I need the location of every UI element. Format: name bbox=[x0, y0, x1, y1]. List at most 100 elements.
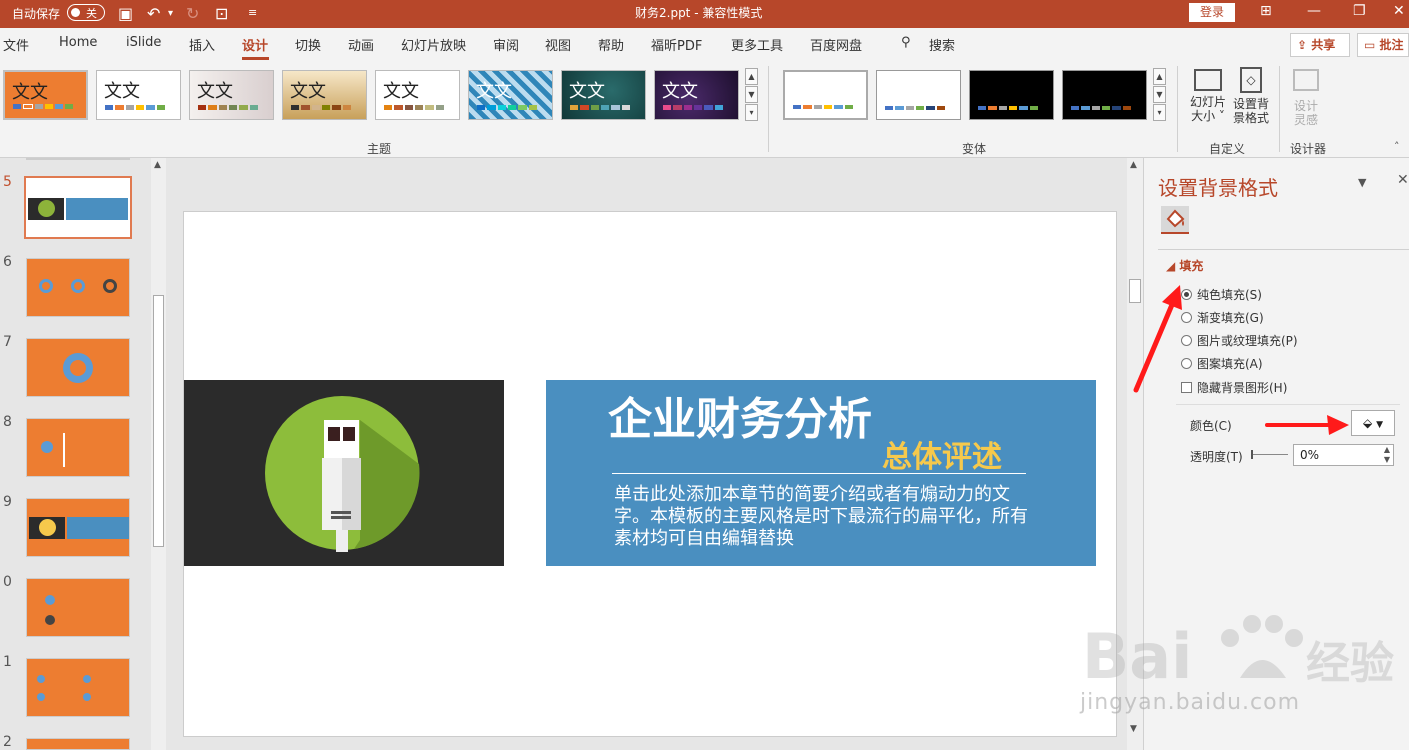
slide-thumbnail-11[interactable] bbox=[26, 658, 130, 717]
pane-options-icon[interactable]: ▼ bbox=[1358, 176, 1366, 189]
tab-more-tools[interactable]: 更多工具 bbox=[731, 35, 783, 54]
theme-office[interactable]: 文文 bbox=[3, 70, 88, 120]
pattern-fill-option[interactable]: 图案填充(A) bbox=[1181, 355, 1263, 372]
slide-thumbnail-10[interactable] bbox=[26, 578, 130, 637]
slide-thumbnail-5[interactable] bbox=[24, 176, 132, 239]
search-label[interactable]: 搜索 bbox=[929, 35, 955, 54]
tab-insert[interactable]: 插入 bbox=[189, 35, 215, 54]
fill-section-header[interactable]: ◢ 填充 bbox=[1166, 257, 1203, 274]
variants-scroll-down[interactable]: ▼ bbox=[1153, 86, 1166, 103]
collapse-ribbon-icon[interactable]: ˄ bbox=[1394, 140, 1400, 153]
slide-subtitle[interactable]: 总体评述 bbox=[882, 432, 1002, 476]
slide-thumbnail-12[interactable] bbox=[26, 738, 130, 750]
minimize-icon[interactable]: — bbox=[1307, 3, 1321, 19]
tab-help[interactable]: 帮助 bbox=[598, 35, 624, 54]
usb-illustration[interactable] bbox=[184, 380, 504, 566]
slide-number: 5 bbox=[3, 174, 12, 190]
comments-button[interactable]: ▭ 批注 bbox=[1357, 33, 1409, 57]
slide-body-text[interactable]: 单击此处添加本章节的简要介绍或者有煽动力的文字。本模板的主要风格是时下最流行的扁… bbox=[614, 484, 1044, 550]
tab-view[interactable]: 视图 bbox=[545, 35, 571, 54]
tab-review[interactable]: 审阅 bbox=[493, 35, 519, 54]
format-background-button[interactable]: ◇ 设置背 景格式 bbox=[1230, 66, 1272, 125]
theme-7[interactable]: 文文 bbox=[561, 70, 646, 120]
slide-number: 2 bbox=[3, 734, 12, 750]
themes-group-label: 主题 bbox=[367, 142, 392, 156]
slide-number: 8 bbox=[3, 414, 12, 430]
slide-size-button[interactable]: 幻灯片 大小 ˅ bbox=[1186, 66, 1230, 123]
themes-scroll-up[interactable]: ▲ bbox=[745, 68, 758, 85]
variants-more[interactable]: ▾ bbox=[1153, 104, 1166, 121]
gradient-fill-option[interactable]: 渐变填充(G) bbox=[1181, 309, 1264, 326]
scroll-down-icon[interactable]: ▼ bbox=[1130, 724, 1137, 734]
pane-close-icon[interactable]: ✕ bbox=[1397, 172, 1409, 188]
solid-fill-label: 纯色填充(S) bbox=[1197, 288, 1262, 302]
tab-file[interactable]: 文件 bbox=[3, 35, 29, 54]
thumbnails-scrollbar[interactable]: ▲ bbox=[151, 158, 166, 750]
login-button[interactable]: 登录 bbox=[1189, 3, 1235, 22]
transparency-slider[interactable] bbox=[1251, 450, 1288, 459]
hide-background-graphics-option[interactable]: 隐藏背景图形(H) bbox=[1181, 379, 1287, 396]
format-background-label: 景格式 bbox=[1232, 111, 1269, 125]
search-icon[interactable]: ⚲ bbox=[901, 35, 911, 50]
color-picker-button[interactable]: ⬙ ▼ bbox=[1351, 410, 1395, 436]
customize-qat-icon[interactable]: ≡ bbox=[248, 6, 257, 19]
variants-scroll-up[interactable]: ▲ bbox=[1153, 68, 1166, 85]
variant-1[interactable] bbox=[783, 70, 868, 120]
chevron-down-icon: ▼ bbox=[1376, 420, 1383, 430]
tab-home[interactable]: Home bbox=[59, 35, 97, 50]
collapse-triangle-icon: ◢ bbox=[1166, 259, 1180, 273]
pattern-fill-label: 图案填充(A) bbox=[1197, 357, 1263, 371]
theme-2[interactable]: 文文 bbox=[96, 70, 181, 120]
tab-islide[interactable]: iSlide bbox=[126, 35, 161, 50]
tab-design[interactable]: 设计 bbox=[242, 35, 268, 54]
slide-number: 7 bbox=[3, 334, 12, 350]
thumbnail-partial bbox=[26, 158, 130, 160]
theme-5[interactable]: 文文 bbox=[375, 70, 460, 120]
tab-baidu-netdisk[interactable]: 百度网盘 bbox=[810, 35, 862, 54]
red-arrow-annotation bbox=[1133, 285, 1182, 393]
slide-thumbnail-6[interactable] bbox=[26, 258, 130, 317]
theme-8[interactable]: 文文 bbox=[654, 70, 739, 120]
picture-fill-option[interactable]: 图片或纹理填充(P) bbox=[1181, 332, 1298, 349]
undo-dropdown-icon[interactable]: ▾ bbox=[168, 8, 173, 19]
pane-separator bbox=[1176, 404, 1400, 405]
solid-fill-option[interactable]: 纯色填充(S) bbox=[1181, 286, 1262, 303]
close-icon[interactable]: ✕ bbox=[1393, 3, 1405, 19]
scrollbar-thumb[interactable] bbox=[153, 295, 164, 547]
transparency-input[interactable]: 0% ▲ ▼ bbox=[1293, 444, 1394, 466]
autosave-toggle[interactable]: 关 bbox=[67, 4, 105, 21]
theme-4[interactable]: 文文 bbox=[282, 70, 367, 120]
tab-slideshow[interactable]: 幻灯片放映 bbox=[401, 35, 466, 54]
design-ideas-icon bbox=[1293, 69, 1319, 91]
undo-icon[interactable]: ↶ bbox=[147, 4, 160, 23]
share-icon: ⇪ bbox=[1297, 38, 1312, 52]
variant-4[interactable] bbox=[1062, 70, 1147, 120]
slide-thumbnail-7[interactable] bbox=[26, 338, 130, 397]
maximize-icon[interactable]: ❐ bbox=[1353, 3, 1366, 19]
save-icon[interactable]: ▣ bbox=[118, 4, 133, 23]
redo-icon[interactable]: ↻ bbox=[186, 4, 199, 23]
slide-title[interactable]: 企业财务分析 bbox=[608, 383, 872, 447]
tab-foxit-pdf[interactable]: 福昕PDF bbox=[651, 35, 702, 54]
slide-thumbnail-8[interactable] bbox=[26, 418, 130, 477]
tab-animations[interactable]: 动画 bbox=[348, 35, 374, 54]
theme-3[interactable]: 文文 bbox=[189, 70, 274, 120]
canvas-scrollbar[interactable]: ▲ ▼ bbox=[1127, 158, 1143, 750]
format-background-icon: ◇ bbox=[1240, 67, 1262, 93]
spin-buttons[interactable]: ▲ ▼ bbox=[1384, 445, 1390, 465]
transparency-value: 0% bbox=[1300, 448, 1320, 462]
themes-more[interactable]: ▾ bbox=[745, 104, 758, 121]
variant-3[interactable] bbox=[969, 70, 1054, 120]
scroll-up-icon[interactable]: ▲ bbox=[1130, 160, 1137, 170]
themes-scroll-down[interactable]: ▼ bbox=[745, 86, 758, 103]
present-icon[interactable]: ⊡ bbox=[215, 4, 228, 23]
fill-icon[interactable] bbox=[1161, 206, 1189, 234]
design-ideas-button[interactable]: 设计 灵感 bbox=[1286, 66, 1326, 127]
theme-6[interactable]: 文文 bbox=[468, 70, 553, 120]
scroll-up-icon[interactable]: ▲ bbox=[154, 160, 161, 170]
slide-thumbnail-9[interactable] bbox=[26, 498, 130, 557]
ribbon-display-icon[interactable]: ⊞ bbox=[1260, 3, 1272, 19]
variant-2[interactable] bbox=[876, 70, 961, 120]
tab-transitions[interactable]: 切换 bbox=[295, 35, 321, 54]
share-button[interactable]: ⇪ 共享 bbox=[1290, 33, 1350, 57]
